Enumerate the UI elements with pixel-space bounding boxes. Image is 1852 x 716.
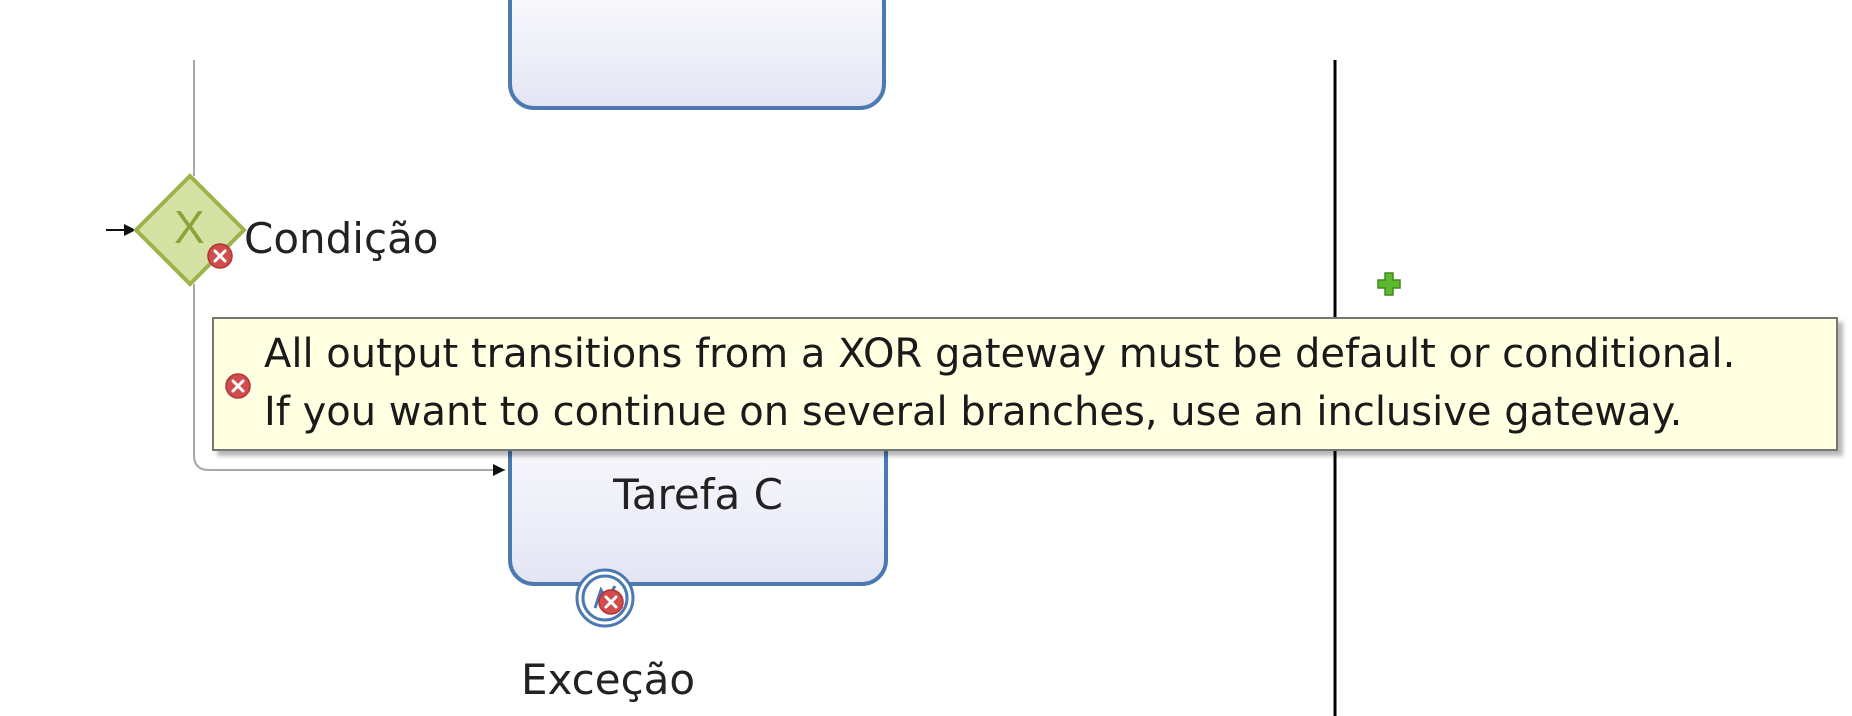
add-icon[interactable] bbox=[1376, 271, 1402, 297]
task-c-label: Tarefa C bbox=[613, 470, 783, 519]
error-marker-icon bbox=[206, 242, 234, 270]
tooltip-line-1: All output transitions from a XOR gatewa… bbox=[264, 331, 1736, 377]
gateway-label: Condição bbox=[244, 214, 439, 263]
gateway-symbol: X bbox=[174, 201, 205, 253]
error-icon bbox=[224, 372, 252, 400]
tooltip-line-2: If you want to continue on several branc… bbox=[264, 389, 1683, 435]
validation-tooltip: All output transitions from a XOR gatewa… bbox=[212, 317, 1838, 451]
boundary-event-label: Exceção bbox=[521, 655, 696, 704]
task-top[interactable] bbox=[508, 0, 886, 110]
boundary-error-event[interactable] bbox=[573, 566, 637, 630]
